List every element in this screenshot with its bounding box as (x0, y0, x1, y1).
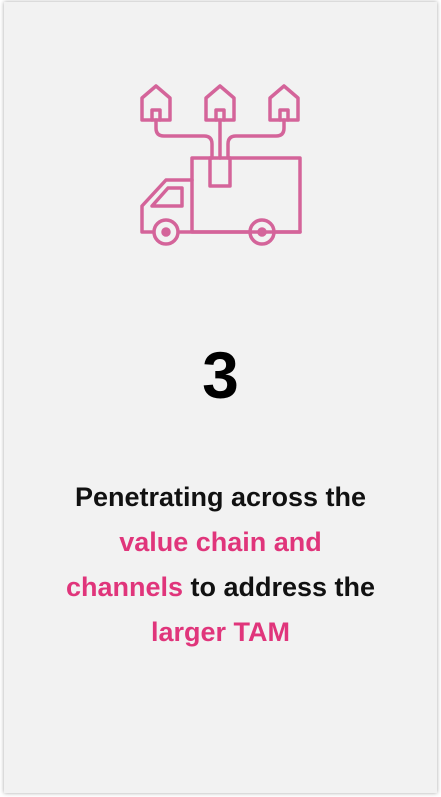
house-icon (268, 84, 300, 122)
step-number: 3 (202, 338, 239, 412)
step-description: Penetrating across the value chain and c… (4, 475, 437, 655)
delivery-truck-with-houses-icon (132, 80, 308, 250)
house-icon (204, 84, 236, 122)
house-icon (140, 84, 172, 122)
description-highlight: larger TAM (150, 617, 291, 647)
description-highlight: channels (65, 572, 183, 602)
description-line: Penetrating across the (74, 482, 367, 512)
value-chain-card: 3 Penetrating across the value chain and… (4, 2, 437, 793)
description-text: to address the (183, 572, 376, 602)
description-line: channels to address the (4, 565, 437, 610)
description-highlight: value chain and (119, 527, 322, 557)
